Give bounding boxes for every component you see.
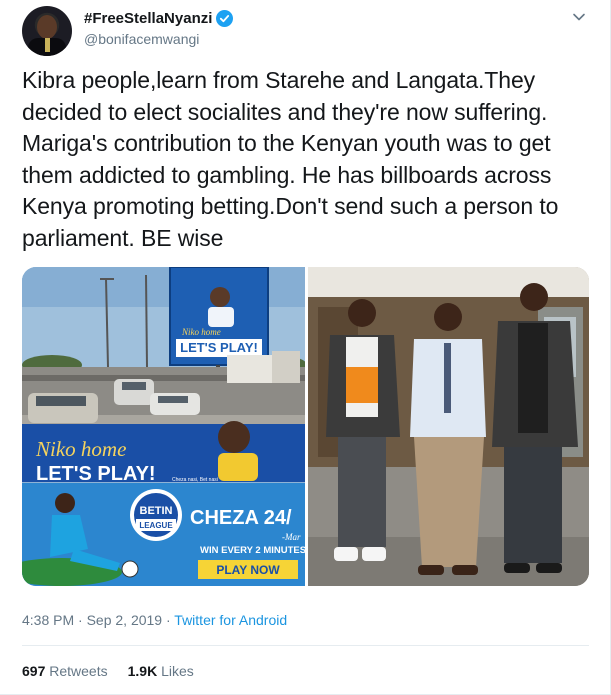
betin-league: LEAGUE — [139, 521, 173, 530]
likes-label: Likes — [161, 663, 194, 679]
meta-separator: · — [162, 612, 175, 628]
author-name-text[interactable]: #FreeStellaNyanzi — [84, 10, 212, 27]
media-image-billboards[interactable]: Niko home LET'S PLAY! Niko home LET'S PL… — [22, 267, 305, 586]
cheza-headline: CHEZA 24/ — [190, 507, 292, 529]
chevron-down-icon[interactable] — [572, 10, 586, 24]
tweet-timestamp[interactable]: 4:38 PM · Sep 2, 2019 — [22, 612, 162, 628]
tweet-stats: 697 Retweets 1.9K Likes — [22, 663, 194, 679]
verified-badge-icon — [216, 10, 234, 27]
billboard-script: Niko home — [181, 327, 221, 337]
likes-count: 1.9K — [127, 663, 158, 679]
author-avatar[interactable] — [22, 6, 72, 56]
cheza-sub: -Mar — [282, 532, 301, 542]
retweets-stat[interactable]: 697 Retweets — [22, 663, 108, 679]
author-handle[interactable]: @bonifacemwangi — [84, 31, 199, 47]
banner-small-text: Cheza nasi, Bet nasi — [172, 477, 218, 483]
tweet-meta: 4:38 PM · Sep 2, 2019 · Twitter for Andr… — [22, 612, 287, 628]
betin-brand: BETIN — [140, 505, 173, 517]
author-display-name[interactable]: #FreeStellaNyanzi — [84, 10, 234, 27]
win-every-text: WIN EVERY 2 MINUTES — [200, 545, 305, 556]
tweet-card: #FreeStellaNyanzi @bonifacemwangi Kibra … — [0, 0, 611, 695]
banner-lets-play: LET'S PLAY! — [36, 463, 156, 485]
tweet-source[interactable]: Twitter for Android — [174, 612, 287, 628]
play-now-label: PLAY NOW — [216, 563, 280, 577]
banner-script: Niko home — [35, 437, 126, 461]
tweet-media[interactable]: Niko home LET'S PLAY! Niko home LET'S PL… — [22, 267, 589, 586]
stats-divider — [22, 645, 589, 646]
billboard-lets-play: LET'S PLAY! — [180, 340, 258, 355]
tweet-text: Kibra people,learn from Starehe and Lang… — [22, 67, 559, 251]
retweets-count: 697 — [22, 663, 46, 679]
media-image-group-photo[interactable] — [308, 267, 589, 586]
retweets-label: Retweets — [49, 663, 108, 679]
likes-stat[interactable]: 1.9K Likes — [128, 663, 194, 679]
